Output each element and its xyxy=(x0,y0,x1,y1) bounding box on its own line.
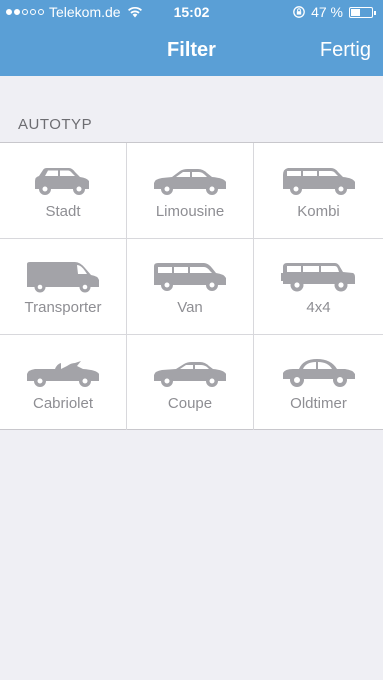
top-bar: Telekom.de 15:02 47 % Filter Fertig xyxy=(0,0,383,76)
car-type-van[interactable]: Van xyxy=(127,239,254,335)
car-type-label: Kombi xyxy=(297,203,340,220)
car-type-cabriolet[interactable]: Cabriolet xyxy=(0,335,127,430)
car-type-label: 4x4 xyxy=(306,299,331,316)
coupe-icon xyxy=(154,362,226,387)
done-button[interactable]: Fertig xyxy=(320,39,371,62)
cabriolet-icon xyxy=(27,361,99,387)
battery-icon xyxy=(349,6,376,18)
sedan-icon xyxy=(154,169,226,195)
car-type-label: Van xyxy=(177,299,203,316)
section-header-car-type: AUTOTYP xyxy=(18,116,93,133)
transporter-icon xyxy=(27,262,99,293)
van-icon xyxy=(154,263,226,291)
battery-percentage: 47 % xyxy=(311,4,343,20)
car-type-coupe[interactable]: Coupe xyxy=(127,335,254,430)
status-bar: Telekom.de 15:02 47 % xyxy=(0,0,383,26)
rotation-lock-icon xyxy=(293,6,305,18)
car-type-4x4[interactable]: 4x4 xyxy=(254,239,383,335)
suv-4x4-icon xyxy=(280,263,355,292)
car-type-transporter[interactable]: Transporter xyxy=(0,239,127,335)
car-type-label: Cabriolet xyxy=(32,395,94,412)
car-type-label: Stadt xyxy=(45,203,81,220)
status-right: 47 % xyxy=(293,4,376,20)
station-wagon-icon xyxy=(282,168,355,195)
car-type-label: Coupe xyxy=(167,395,213,412)
car-type-kombi[interactable]: Kombi xyxy=(254,143,383,239)
car-type-label: Oldtimer xyxy=(290,395,347,412)
car-type-limousine[interactable]: Limousine xyxy=(127,143,254,239)
car-type-grid: Stadt Limousine Kombi Transporter Van 4x… xyxy=(0,142,383,430)
battery-level-fill xyxy=(351,8,360,16)
car-type-stadt[interactable]: Stadt xyxy=(0,143,127,239)
car-type-label: Transporter xyxy=(24,299,102,316)
oldtimer-icon xyxy=(282,359,355,387)
navigation-bar: Filter Fertig xyxy=(0,26,383,76)
car-type-oldtimer[interactable]: Oldtimer xyxy=(254,335,383,430)
city-car-icon xyxy=(35,168,89,195)
car-type-label: Limousine xyxy=(155,203,225,220)
